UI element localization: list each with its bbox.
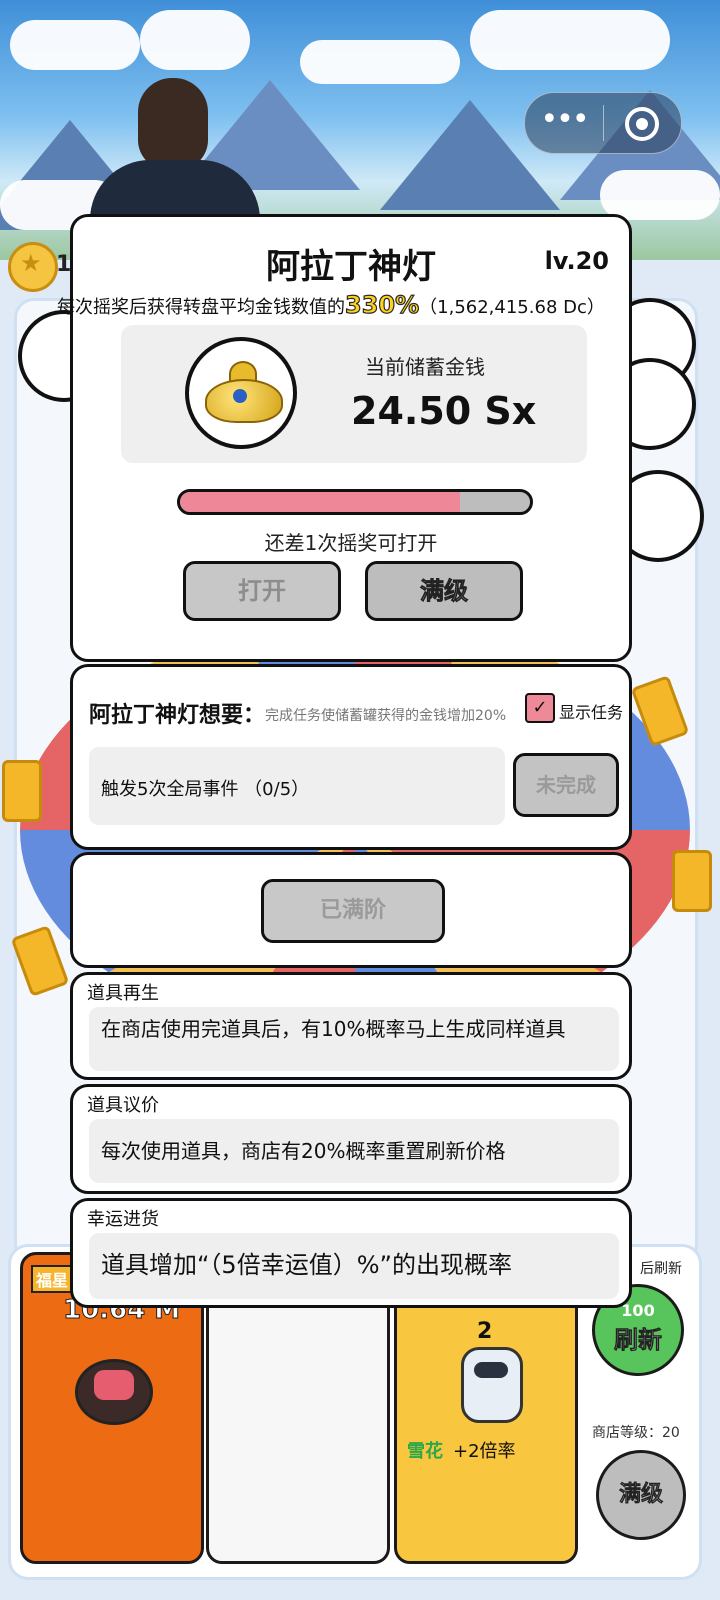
incomplete-button[interactable]: 未完成 [513, 753, 619, 817]
refresh-timer-text: 后刷新 [640, 1261, 682, 1277]
savings-box: 当前储蓄金钱 24.50 Sx [121, 325, 587, 463]
remaining-spins-text: 还差1次摇奖可打开 [264, 531, 438, 555]
show-task-checkbox[interactable]: ✓ [525, 693, 555, 723]
item-level: 2 [477, 1319, 493, 1344]
refresh-label: 刷新 [614, 1326, 663, 1355]
ticket-icon [672, 850, 712, 912]
capsule-divider [603, 105, 604, 141]
savings-label: 当前储蓄金钱 [365, 355, 485, 379]
wants-subtitle: 完成任务使储蓄罐获得的金钱增加20% [265, 708, 507, 724]
perk-card: 道具再生 在商店使用完道具后，有10%概率马上生成同样道具 [70, 972, 632, 1080]
mini-program-capsule: ••• [524, 92, 682, 154]
open-button[interactable]: 打开 [183, 561, 341, 621]
cloud-shape [600, 170, 720, 220]
coin-icon [8, 242, 58, 292]
desc-prefix: 每次摇奖后获得转盘平均金钱数值的 [57, 297, 345, 318]
cloud-shape [10, 20, 140, 70]
perk-title: 幸运进货 [87, 1209, 159, 1230]
magic-lamp-icon [185, 337, 297, 449]
robot-item-icon [461, 1347, 523, 1423]
item-tag: 雪花 [407, 1441, 443, 1462]
lamp-wants-panel: 阿拉丁神灯想要： 完成任务使储蓄罐获得的金钱增加20% ✓ 显示任务 触发5次全… [70, 664, 632, 850]
ticket-icon [2, 760, 42, 822]
close-target-icon[interactable] [625, 107, 659, 141]
cloud-shape [470, 10, 670, 70]
shop-max-level-button[interactable]: 满级 [596, 1450, 686, 1540]
item-tag: 福星 [31, 1265, 74, 1293]
tier-panel: 已满阶 [70, 852, 632, 968]
food-item-icon [75, 1359, 153, 1425]
more-icon[interactable]: ••• [539, 103, 589, 143]
cloud-shape [300, 40, 460, 84]
item-bonus: +2倍率 [453, 1441, 516, 1462]
progress-fill [180, 492, 460, 512]
shop-level: 商店等级：20 [592, 1425, 680, 1441]
desc-suffix: （1,562,415.68 Dc） [419, 297, 605, 318]
task-text: 触发5次全局事件 （0/5） [101, 779, 310, 800]
show-task-label[interactable]: 显示任务 [559, 699, 623, 723]
character-head [138, 78, 208, 170]
aladdin-lamp-panel: 阿拉丁神灯 lv.20 每次摇奖后获得转盘平均金钱数值的330%（1,562,4… [57, 214, 632, 662]
lamp-gem [233, 389, 247, 403]
perk-title: 道具议价 [87, 1095, 159, 1116]
panel-level: lv.20 [544, 247, 609, 275]
savings-value: 24.50 Sx [351, 389, 537, 433]
progress-bar [177, 489, 533, 515]
task-box: 触发5次全局事件 （0/5） [89, 747, 505, 825]
panel-description: 每次摇奖后获得转盘平均金钱数值的330%（1,562,415.68 Dc） [57, 290, 657, 319]
perk-title: 道具再生 [87, 983, 159, 1004]
cloud-shape [140, 10, 250, 70]
perk-description: 每次使用道具，商店有20%概率重置刷新价格 [89, 1119, 619, 1183]
perk-description: 道具增加“（5倍幸运值）%”的出现概率 [89, 1233, 619, 1299]
wants-title: 阿拉丁神灯想要： [89, 703, 266, 728]
perk-card: 道具议价 每次使用道具，商店有20%概率重置刷新价格 [70, 1084, 632, 1194]
max-level-button[interactable]: 满级 [365, 561, 523, 621]
perk-description: 在商店使用完道具后，有10%概率马上生成同样道具 [89, 1007, 619, 1071]
maxed-tier-button[interactable]: 已满阶 [261, 879, 445, 943]
desc-percent: 330% [344, 290, 420, 319]
perk-card: 幸运进货 道具增加“（5倍幸运值）%”的出现概率 [70, 1198, 632, 1308]
